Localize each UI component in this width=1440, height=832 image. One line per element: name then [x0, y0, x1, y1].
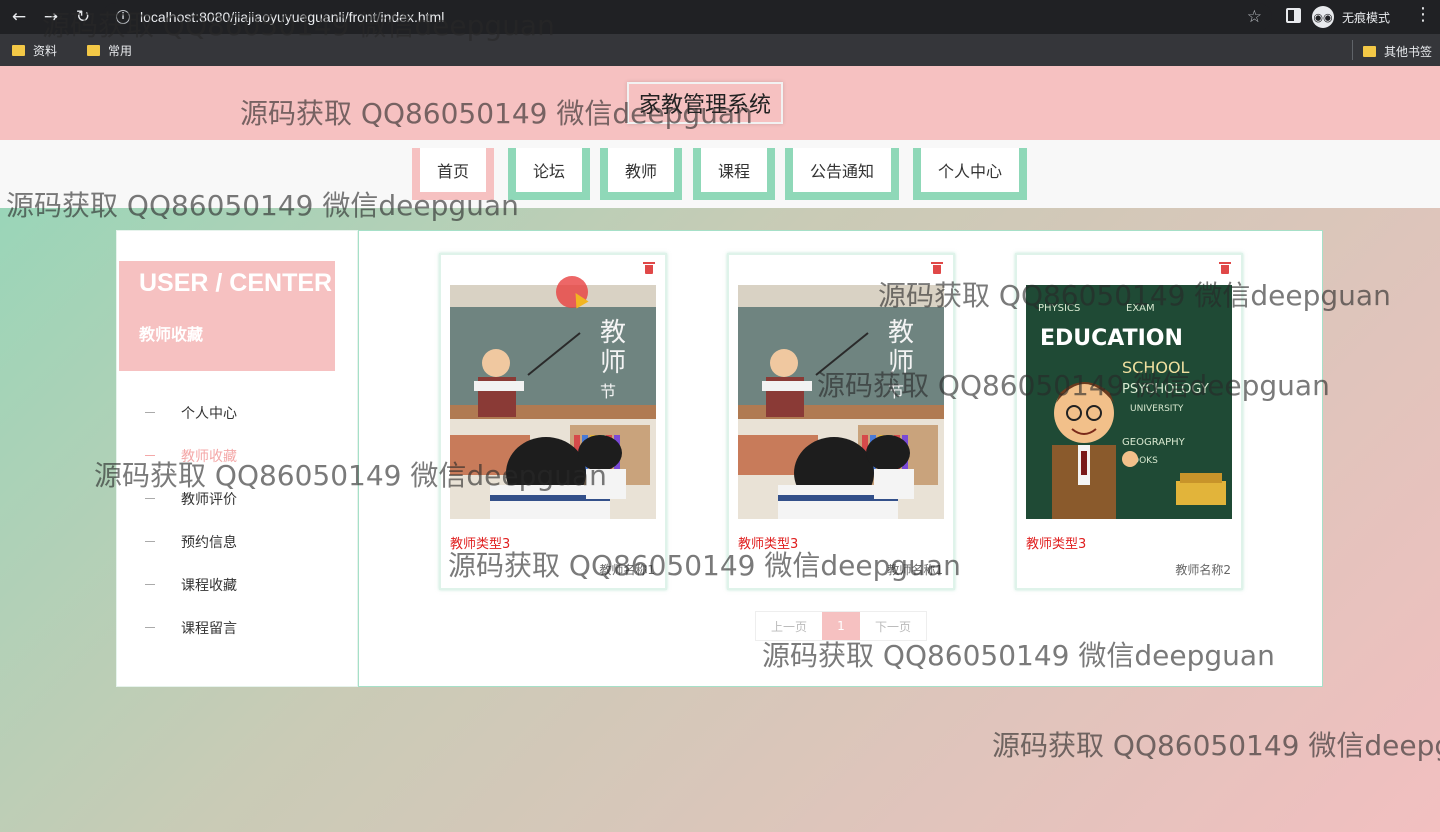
- dash-icon: [145, 498, 155, 499]
- svg-text:EDUCATION: EDUCATION: [1040, 326, 1183, 351]
- teacher-card[interactable]: 教 师 节 教师类型3 教师名称1: [727, 253, 955, 590]
- watermark-text: 源码获取 QQ86050149 微信deepguan: [992, 729, 1440, 762]
- next-page-button[interactable]: 下一页: [860, 612, 926, 640]
- incognito-label: 无痕模式: [1342, 10, 1391, 25]
- forward-arrow-icon[interactable]: →: [38, 4, 64, 30]
- other-bookmarks-label: 其他书签: [1383, 45, 1432, 59]
- pagination: 上一页 1 下一页: [755, 611, 927, 641]
- teacher-type: 教师类型3: [1026, 537, 1087, 552]
- nav-personal-center[interactable]: 个人中心: [913, 148, 1027, 200]
- nav-teachers[interactable]: 教师: [600, 148, 682, 200]
- education-chalkboard-image: PHYSICS EXAM EDUCATION SCHOOL PSYCHOLOGY…: [1026, 285, 1232, 519]
- back-arrow-icon[interactable]: ←: [6, 4, 32, 30]
- site-header: 家教管理系统: [0, 66, 1440, 140]
- bookmark-folder-ziliao[interactable]: 资料: [12, 42, 57, 59]
- sidebar-item-bookings[interactable]: 预约信息: [117, 520, 357, 563]
- sidebar-item-course-messages[interactable]: 课程留言: [117, 606, 357, 649]
- teacher-name: 教师名称1: [887, 563, 943, 577]
- incognito-indicator[interactable]: ◉◉ 无痕模式: [1312, 4, 1390, 30]
- teacher-day-poster-image: 教 师 节: [450, 285, 656, 519]
- teacher-type: 教师类型3: [738, 537, 799, 552]
- svg-text:教: 教: [888, 318, 914, 348]
- side-panel-icon[interactable]: [1286, 8, 1301, 23]
- prev-page-button[interactable]: 上一页: [756, 612, 822, 640]
- teacher-name: 教师名称2: [1175, 563, 1231, 577]
- teacher-name: 教师名称1: [599, 563, 655, 577]
- bookmarks-bar: 资料 常用 其他书签: [0, 34, 1440, 66]
- svg-text:节: 节: [600, 382, 616, 401]
- svg-text:师: 师: [888, 348, 914, 378]
- delete-icon[interactable]: [1219, 261, 1231, 275]
- sidebar-item-label: 课程收藏: [181, 577, 237, 594]
- delete-icon[interactable]: [931, 261, 943, 275]
- user-center-banner: USER / CENTER 教师收藏: [119, 261, 335, 371]
- folder-icon: [87, 44, 101, 56]
- svg-text:PSYCHOLOGY: PSYCHOLOGY: [1122, 382, 1209, 397]
- sidebar-menu: 个人中心 教师收藏 教师评价 预约信息 课程收藏 课程留言: [117, 391, 357, 649]
- folder-icon: [12, 44, 25, 56]
- sidebar-item-label: 个人中心: [181, 405, 237, 422]
- reload-icon[interactable]: ↻: [70, 4, 96, 30]
- sidebar-item-teacher-favorites[interactable]: 教师收藏: [117, 434, 357, 477]
- bookmark-label: 常用: [108, 43, 133, 58]
- svg-text:SCHOOL: SCHOOL: [1122, 358, 1190, 377]
- site-title: 家教管理系统: [627, 82, 784, 124]
- sidebar-item-label: 课程留言: [181, 620, 237, 637]
- main-nav: 首页 论坛 教师 课程 公告通知 个人中心: [0, 140, 1440, 208]
- teacher-type: 教师类型3: [450, 537, 511, 552]
- dash-icon: [145, 541, 155, 542]
- svg-text:UNIVERSITY: UNIVERSITY: [1130, 404, 1184, 414]
- teacher-card[interactable]: PHYSICS EXAM EDUCATION SCHOOL PSYCHOLOGY…: [1015, 253, 1243, 590]
- nav-home[interactable]: 首页: [412, 148, 494, 200]
- user-sidebar: USER / CENTER 教师收藏 个人中心 教师收藏 教师评价 预约信息 课…: [116, 230, 358, 687]
- teacher-card[interactable]: 教 师 节 教师类型3 教师名称1: [439, 253, 667, 590]
- page-number-button[interactable]: 1: [822, 612, 860, 640]
- sidebar-item-label: 教师评价: [181, 491, 237, 508]
- dash-icon: [145, 627, 155, 628]
- other-bookmarks[interactable]: 其他书签: [1362, 43, 1432, 60]
- browser-toolbar: ← → ↻ i localhost:8080/jiajiaoyuyueguanl…: [0, 0, 1440, 34]
- nav-announcements[interactable]: 公告通知: [785, 148, 899, 200]
- folder-icon: [1362, 46, 1376, 57]
- more-menu-icon[interactable]: ⋮: [1414, 4, 1432, 25]
- user-center-subtitle: 教师收藏: [139, 325, 204, 344]
- svg-text:师: 师: [600, 348, 626, 378]
- user-center-title: USER / CENTER: [139, 269, 333, 297]
- svg-text:教: 教: [600, 318, 626, 348]
- svg-text:节: 节: [888, 382, 904, 401]
- bookmark-label: 资料: [33, 43, 58, 58]
- svg-text:GEOGRAPHY: GEOGRAPHY: [1122, 437, 1186, 448]
- svg-text:EXAM: EXAM: [1126, 303, 1155, 314]
- dash-icon: [145, 455, 155, 456]
- nav-forum[interactable]: 论坛: [508, 148, 590, 200]
- dash-icon: [145, 584, 155, 585]
- info-icon[interactable]: i: [116, 10, 130, 24]
- incognito-icon: ◉◉: [1312, 6, 1334, 28]
- sidebar-item-teacher-reviews[interactable]: 教师评价: [117, 477, 357, 520]
- sidebar-item-course-favorites[interactable]: 课程收藏: [117, 563, 357, 606]
- url-text: localhost:8080/jiajiaoyuyueguanli/front/…: [140, 9, 445, 25]
- svg-text:PHYSICS: PHYSICS: [1038, 303, 1080, 314]
- dash-icon: [145, 412, 155, 413]
- star-icon[interactable]: ☆: [1247, 7, 1262, 27]
- favorites-panel: 教 师 节 教师类型3 教师名称1 教 师 节 教师类型3 教师名称1 PHYS…: [358, 230, 1323, 687]
- sidebar-item-label: 预约信息: [181, 534, 237, 551]
- address-bar[interactable]: i localhost:8080/jiajiaoyuyueguanli/fron…: [102, 3, 1272, 31]
- teacher-day-poster-image: 教 师 节: [738, 285, 944, 519]
- sidebar-item-personal-center[interactable]: 个人中心: [117, 391, 357, 434]
- bookmark-divider: [1352, 40, 1353, 60]
- delete-icon[interactable]: [643, 261, 655, 275]
- bookmark-folder-changyong[interactable]: 常用: [87, 42, 132, 59]
- sidebar-item-label: 教师收藏: [181, 448, 237, 465]
- nav-courses[interactable]: 课程: [693, 148, 775, 200]
